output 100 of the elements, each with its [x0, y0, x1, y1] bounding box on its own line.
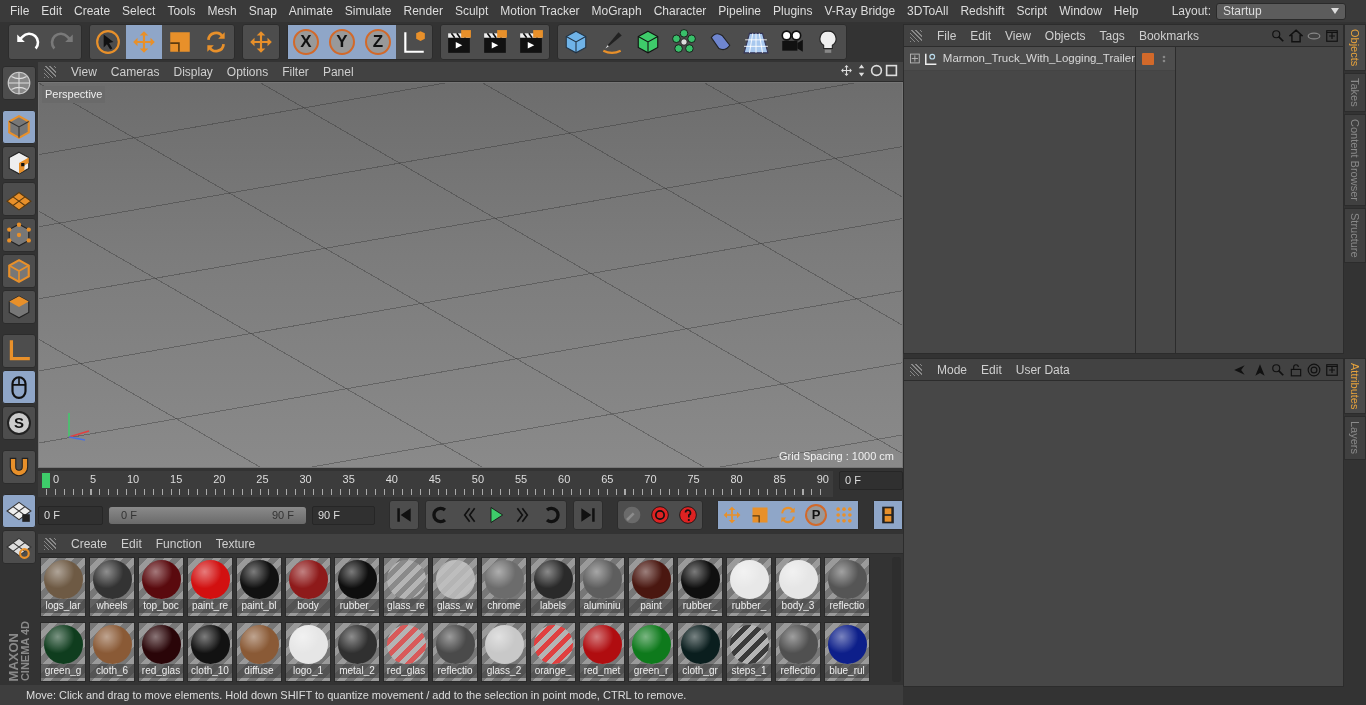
panel-grip-icon[interactable]: [910, 363, 922, 376]
material-swatch[interactable]: wheels: [89, 557, 135, 617]
menu-item[interactable]: Edit: [35, 2, 69, 20]
menu-item[interactable]: Tools: [161, 2, 202, 20]
material-swatch[interactable]: body_3: [775, 557, 821, 617]
tool-button[interactable]: [2, 494, 36, 528]
menu-item[interactable]: View: [64, 62, 104, 81]
menu-item[interactable]: Script: [1010, 2, 1054, 20]
material-swatch[interactable]: paint_re: [187, 557, 233, 617]
material-swatch[interactable]: orange_: [530, 621, 576, 682]
menu-item[interactable]: Options: [219, 62, 276, 81]
tool-button[interactable]: [2, 110, 36, 144]
menu-item[interactable]: Mesh: [201, 2, 243, 20]
menu-item[interactable]: Redshift: [954, 2, 1011, 20]
material-swatch[interactable]: reflectio: [824, 557, 870, 617]
material-swatch[interactable]: labels: [530, 557, 576, 617]
material-swatch[interactable]: logs_lar: [40, 557, 86, 617]
menu-item[interactable]: Select: [116, 2, 162, 20]
material-swatch[interactable]: rubber_: [677, 557, 723, 617]
menu-item[interactable]: Cameras: [103, 62, 167, 81]
timeline-toggle-button[interactable]: [874, 501, 902, 529]
menu-item[interactable]: 3DToAll: [901, 2, 955, 20]
menu-item[interactable]: Help: [1107, 2, 1145, 20]
menu-item[interactable]: Texture: [208, 534, 263, 553]
menu-item[interactable]: Mode: [930, 360, 975, 379]
start-frame-field[interactable]: 0 F: [38, 505, 104, 525]
material-swatch[interactable]: steps_1: [726, 621, 772, 682]
material-swatch[interactable]: cloth_6: [89, 621, 135, 682]
panel-tab[interactable]: Objects: [1344, 24, 1366, 72]
material-swatch[interactable]: rubber_: [334, 557, 380, 617]
tool-button[interactable]: [2, 146, 36, 180]
tool-button[interactable]: [2, 334, 36, 368]
expand-icon[interactable]: [910, 53, 920, 64]
menu-item[interactable]: Bookmarks: [1131, 26, 1206, 45]
current-frame-field[interactable]: 0 F: [839, 471, 903, 490]
tool-button[interactable]: [2, 370, 36, 404]
menu-item[interactable]: Create: [64, 534, 115, 553]
tool-button[interactable]: [2, 450, 36, 484]
material-swatch[interactable]: glass_2: [481, 621, 527, 682]
material-swatch[interactable]: paint_bl: [236, 557, 282, 617]
menu-item[interactable]: Snap: [242, 2, 283, 20]
menu-item[interactable]: Panel: [315, 62, 361, 81]
material-swatch[interactable]: red_glas: [383, 621, 429, 682]
menu-item[interactable]: Display: [166, 62, 220, 81]
tool-button[interactable]: [2, 66, 36, 100]
material-swatch[interactable]: green_r: [628, 621, 674, 682]
tool-button[interactable]: [2, 530, 36, 564]
menu-item[interactable]: Character: [647, 2, 713, 20]
menu-item[interactable]: MoGraph: [585, 2, 648, 20]
material-swatch[interactable]: reflectio: [775, 621, 821, 682]
menu-item[interactable]: View: [998, 26, 1038, 45]
tool-button[interactable]: S: [2, 406, 36, 440]
menu-item[interactable]: Objects: [1037, 26, 1093, 45]
toolbar-button[interactable]: Y: [324, 25, 360, 59]
menu-item[interactable]: Filter: [275, 62, 316, 81]
menu-item[interactable]: Function: [148, 534, 209, 553]
material-swatch[interactable]: green_g: [40, 621, 86, 682]
material-swatch[interactable]: rubber_: [726, 557, 772, 617]
menu-item[interactable]: Tags: [1092, 26, 1132, 45]
material-swatch[interactable]: red_met: [579, 621, 625, 682]
material-swatch[interactable]: top_boc: [138, 557, 184, 617]
material-swatch[interactable]: metal_2: [334, 621, 380, 682]
material-swatch[interactable]: aluminiu: [579, 557, 625, 617]
menu-item[interactable]: Plugins: [767, 2, 819, 20]
menu-item[interactable]: Sculpt: [448, 2, 495, 20]
tool-button[interactable]: [2, 218, 36, 252]
tool-button[interactable]: [2, 182, 36, 216]
menu-item[interactable]: Animate: [282, 2, 339, 20]
material-swatch[interactable]: diffuse: [236, 621, 282, 682]
menu-item[interactable]: Motion Tracker: [494, 2, 586, 20]
toolbar-button[interactable]: Z: [360, 25, 396, 59]
menu-item[interactable]: Simulate: [338, 2, 398, 20]
menu-item[interactable]: User Data: [1008, 360, 1077, 379]
layer-color-tag[interactable]: [1142, 52, 1154, 65]
menu-item[interactable]: Render: [397, 2, 449, 20]
menu-item[interactable]: Edit: [974, 360, 1009, 379]
end-frame-field[interactable]: 90 F: [311, 505, 375, 525]
key-filter-button[interactable]: P: [802, 501, 830, 529]
material-swatch[interactable]: reflectio: [432, 621, 478, 682]
menu-item[interactable]: Window: [1053, 2, 1108, 20]
tool-button[interactable]: [2, 254, 36, 288]
menu-item[interactable]: File: [4, 2, 36, 20]
toolbar-button[interactable]: X: [288, 25, 324, 59]
panel-tab[interactable]: Attributes: [1344, 358, 1366, 415]
panel-grip-icon[interactable]: [44, 65, 56, 78]
material-swatch[interactable]: red_glas: [138, 621, 184, 682]
material-swatch[interactable]: cloth_10: [187, 621, 233, 682]
menu-item[interactable]: Pipeline: [712, 2, 768, 20]
menu-item[interactable]: Edit: [963, 26, 999, 45]
menu-item[interactable]: Create: [68, 2, 117, 20]
material-swatch[interactable]: cloth_gr: [677, 621, 723, 682]
panel-grip-icon[interactable]: [44, 537, 56, 550]
timeline-ruler[interactable]: 0 5 10 15 20 25 30 35 40 45 50 55 60 65 70 75 80 85 90: [38, 471, 833, 497]
material-swatch[interactable]: logo_1: [285, 621, 331, 682]
material-swatch[interactable]: paint: [628, 557, 674, 617]
menu-item[interactable]: File: [930, 26, 964, 45]
menu-item[interactable]: V-Ray Bridge: [818, 2, 902, 20]
material-swatch[interactable]: glass_re: [383, 557, 429, 617]
material-swatch[interactable]: chrome: [481, 557, 527, 617]
layout-dropdown[interactable]: Startup: [1216, 2, 1346, 20]
